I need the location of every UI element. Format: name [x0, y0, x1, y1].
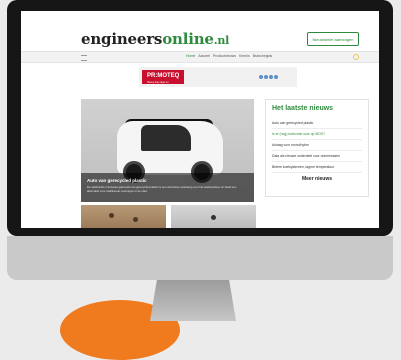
- site-logo[interactable]: engineersonline.nl: [81, 30, 229, 48]
- banner-product-image: [259, 70, 291, 84]
- thumb-detail: [109, 213, 114, 218]
- hero-summary: De elektrische microauto gebouwd met ger…: [87, 185, 237, 193]
- latest-news-list: Auto van gerecycled plastic Is er (nog) …: [272, 118, 362, 173]
- nav-links: Home Actueel Productnieuws Kennis Branch…: [186, 54, 272, 58]
- thumb-detail: [211, 215, 216, 220]
- logo-accent: online: [162, 30, 214, 48]
- nav-link-branchegids[interactable]: Branchegids: [253, 54, 272, 58]
- news-item[interactable]: Betere koelsystemen, lagere temperatuur: [272, 162, 362, 173]
- menu-icon[interactable]: [81, 55, 87, 61]
- logo-main: engineers: [81, 30, 163, 48]
- thumb-detail: [133, 217, 138, 222]
- nav-link-kennis[interactable]: Kennis: [239, 54, 250, 58]
- imac-mockup: engineersonline.nl Nieuwsbrief aanvragen…: [7, 0, 393, 280]
- search-icon[interactable]: [353, 54, 359, 60]
- news-item[interactable]: Anlaag voor mono/hybrn: [272, 140, 362, 151]
- latest-news-title: Het laatste nieuws: [272, 105, 334, 112]
- monitor-chin: [7, 236, 393, 280]
- hero-caption: Auto van gerecycled plastic De elektrisc…: [81, 173, 254, 202]
- latest-news-panel: Het laatste nieuws Auto van gerecycled p…: [265, 99, 369, 197]
- banner-tagline: Heavy duty tape en lijmoplossingen: [147, 81, 169, 87]
- ad-banner[interactable]: PR:MOTEQ Heavy duty tape en lijmoplossin…: [139, 67, 297, 87]
- monitor-frame: engineersonline.nl Nieuwsbrief aanvragen…: [7, 0, 393, 236]
- more-news-link[interactable]: Meer nieuws: [266, 176, 368, 182]
- news-item[interactable]: Is er (nog) toekomst voor op MOS?: [272, 129, 362, 140]
- monitor-stand: [150, 280, 236, 321]
- article-thumbnail-1[interactable]: [81, 205, 166, 228]
- nav-link-home[interactable]: Home: [186, 54, 195, 58]
- logo-tld: .nl: [213, 34, 230, 47]
- main-navigation: Home Actueel Productnieuws Kennis Branch…: [21, 51, 379, 63]
- newsletter-button[interactable]: Nieuwsbrief aanvragen: [307, 32, 359, 46]
- news-item[interactable]: Auto van gerecycled plastic: [272, 118, 362, 129]
- nav-link-actueel[interactable]: Actueel: [198, 54, 210, 58]
- banner-brand: PR:MOTEQ: [147, 73, 180, 79]
- hero-title[interactable]: Auto van gerecycled plastic: [87, 178, 147, 183]
- hero-article[interactable]: Auto van gerecycled plastic De elektrisc…: [81, 99, 254, 202]
- article-thumbnail-2[interactable]: [171, 205, 256, 228]
- website-screen: engineersonline.nl Nieuwsbrief aanvragen…: [21, 11, 379, 228]
- nav-link-productnieuws[interactable]: Productnieuws: [213, 54, 236, 58]
- banner-logo: PR:MOTEQ Heavy duty tape en lijmoplossin…: [142, 70, 184, 87]
- news-item[interactable]: Data als nieuwe onderdeel voor onmerwaze…: [272, 151, 362, 162]
